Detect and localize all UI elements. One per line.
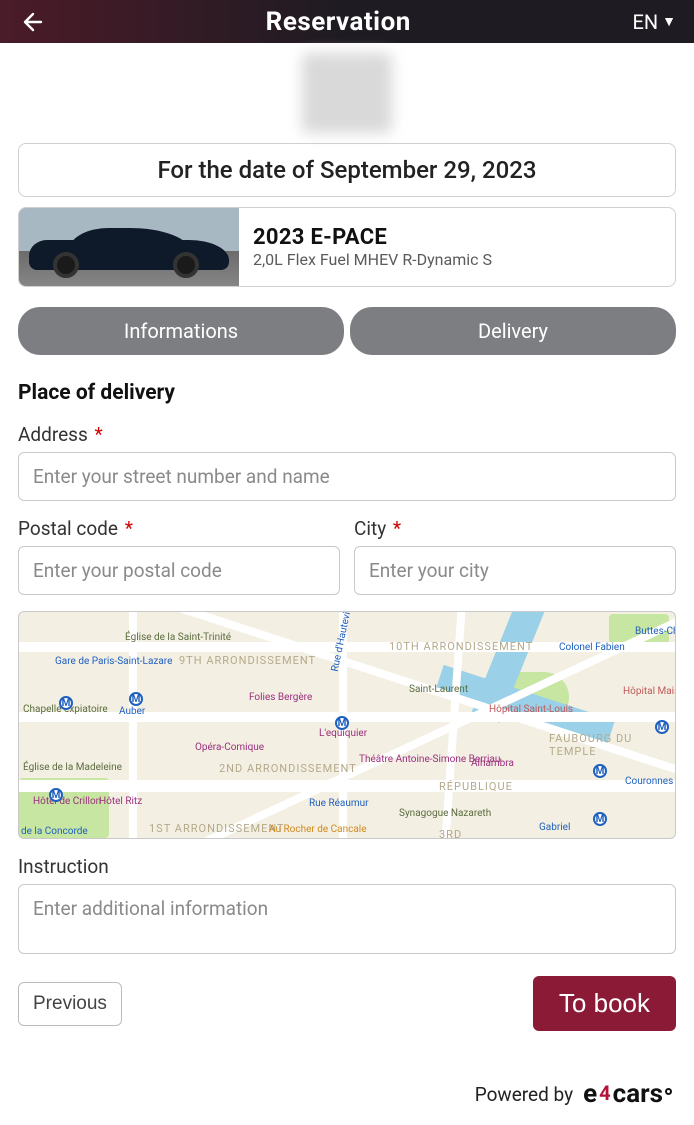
- section-title-delivery: Place of delivery: [18, 381, 676, 405]
- previous-button[interactable]: Previous: [18, 982, 122, 1026]
- instruction-input[interactable]: [18, 884, 676, 954]
- map-label: 10TH ARRONDISSEMENT: [389, 640, 533, 653]
- back-button[interactable]: [18, 9, 44, 35]
- map-poi: de la Concorde: [21, 826, 88, 837]
- map-poi: Hôtel Ritz: [99, 796, 142, 807]
- ecars-logo: e4cars: [583, 1079, 672, 1109]
- vehicle-card: 2023 E-PACE 2,0L Flex Fuel MHEV R-Dynami…: [18, 207, 676, 287]
- metro-icon: M: [655, 720, 669, 734]
- map-label: RÉPUBLIQUE: [439, 780, 513, 793]
- map-label: 9TH ARRONDISSEMENT: [179, 654, 316, 667]
- field-address: Address *: [18, 423, 676, 501]
- map-poi: Alhambra: [471, 758, 514, 769]
- car-icon: [29, 226, 229, 278]
- metro-icon: M: [593, 764, 607, 778]
- city-input[interactable]: [354, 546, 676, 595]
- required-mark: *: [95, 423, 103, 446]
- language-selector[interactable]: EN ▼: [632, 10, 676, 34]
- map-label: FAUBOURG DU TEMPLE: [549, 732, 675, 758]
- map-poi: Hôpital Saint-Louis: [489, 704, 573, 715]
- field-postal: Postal code *: [18, 517, 340, 595]
- map-label: 3RD: [439, 828, 462, 839]
- map-poi: Auber: [119, 706, 145, 717]
- map-poi: Rue Réaumur: [309, 798, 369, 809]
- metro-icon: M: [59, 696, 73, 710]
- vehicle-thumbnail: [19, 208, 239, 286]
- label-postal: Postal code *: [18, 517, 340, 540]
- map-poi: Hôtel de Crillon: [33, 796, 101, 807]
- map[interactable]: 9TH ARRONDISSEMENT 10TH ARRONDISSEMENT 2…: [18, 611, 676, 839]
- chevron-down-icon: ▼: [662, 13, 676, 30]
- required-mark: *: [393, 517, 401, 540]
- map-poi: Gabriel: [539, 822, 570, 833]
- address-input[interactable]: [18, 452, 676, 501]
- tabs: Informations Delivery: [18, 307, 676, 355]
- field-instruction: Instruction: [18, 855, 676, 954]
- map-poi: Opéra-Comique: [195, 742, 264, 753]
- action-bar: Previous To book: [18, 976, 676, 1031]
- tab-delivery[interactable]: Delivery: [350, 307, 676, 355]
- map-poi: Gare de Paris-Saint-Lazare: [55, 656, 172, 667]
- map-poi: Buttes-Chaumont: [635, 626, 676, 637]
- metro-icon: M: [129, 692, 143, 706]
- app-header: Reservation EN ▼: [0, 0, 694, 43]
- map-poi: Couronnes: [625, 776, 673, 787]
- map-poi: Église de la Madeleine: [23, 762, 122, 773]
- language-label: EN: [632, 10, 658, 34]
- map-label: 1ST ARRONDISSEMENT: [149, 822, 285, 835]
- book-button[interactable]: To book: [533, 976, 676, 1031]
- date-banner: For the date of September 29, 2023: [18, 143, 676, 197]
- map-poi: Église de la Saint-Trinité: [125, 632, 231, 643]
- map-poi: Colonel Fabien: [559, 642, 625, 653]
- label-address: Address *: [18, 423, 676, 446]
- metro-icon: M: [49, 788, 63, 802]
- powered-by: Powered by e4cars: [0, 1049, 694, 1125]
- map-label: 2ND ARRONDISSEMENT: [219, 762, 357, 775]
- map-poi: Hôpital Maison Blanche: [623, 686, 676, 697]
- page-title: Reservation: [266, 7, 411, 37]
- ring-icon: [665, 1088, 672, 1095]
- required-mark: *: [125, 517, 133, 540]
- dealer-logo-blurred: [302, 53, 392, 133]
- dealer-logo-zone: [18, 43, 676, 143]
- map-poi: Au Rocher de Cancale: [269, 824, 367, 835]
- map-poi: Synagogue Nazareth: [399, 808, 491, 819]
- map-poi: Folies Bergère: [249, 692, 312, 703]
- vehicle-name: 2023 E-PACE: [253, 225, 492, 250]
- map-poi: Saint-Laurent: [409, 684, 468, 695]
- field-city: City *: [354, 517, 676, 595]
- label-instruction: Instruction: [18, 855, 676, 878]
- label-city: City *: [354, 517, 676, 540]
- powered-by-label: Powered by: [475, 1083, 573, 1106]
- metro-icon: M: [335, 716, 349, 730]
- tab-informations[interactable]: Informations: [18, 307, 344, 355]
- arrow-left-icon: [19, 10, 43, 34]
- vehicle-subtitle: 2,0L Flex Fuel MHEV R-Dynamic S: [253, 250, 492, 269]
- postal-input[interactable]: [18, 546, 340, 595]
- metro-icon: M: [593, 812, 607, 826]
